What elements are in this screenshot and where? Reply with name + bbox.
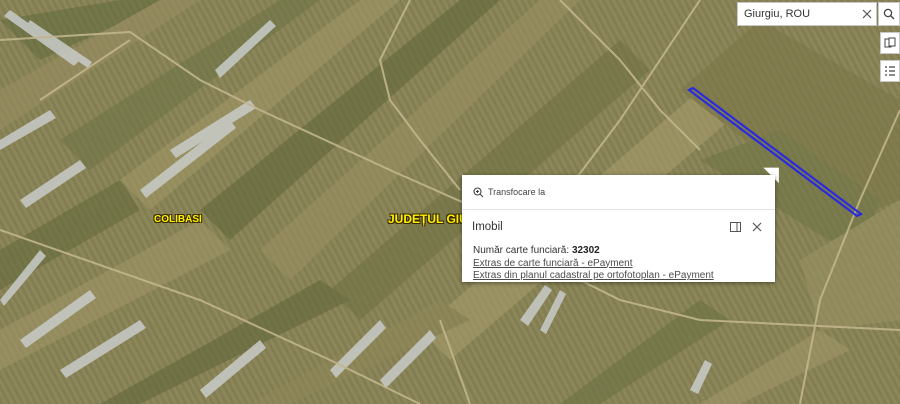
- cf-number-value: 32302: [571, 245, 600, 256]
- list-icon: [884, 65, 896, 77]
- legend-button[interactable]: [880, 60, 900, 82]
- layers-button[interactable]: [880, 32, 900, 54]
- popup-header: Imobil: [462, 210, 775, 236]
- feature-popup: Transfocare la Imobil Număr carte funcia…: [462, 175, 775, 282]
- search-button[interactable]: [878, 2, 900, 26]
- zoom-to-button[interactable]: Transfocare la: [473, 186, 546, 198]
- layers-icon: [884, 37, 896, 49]
- dock-button[interactable]: [727, 219, 743, 235]
- popup-close-button[interactable]: [749, 219, 765, 235]
- cf-extract-link[interactable]: Extras de carte funciară - ePayment: [473, 258, 764, 271]
- close-icon[interactable]: [858, 5, 876, 23]
- cadastral-plan-link[interactable]: Extras din planul cadastral pe ortofotop…: [473, 270, 764, 283]
- popup-toolbar: Transfocare la: [462, 175, 775, 210]
- search-input[interactable]: Giurgiu, ROU: [738, 8, 858, 20]
- zoom-in-icon: [473, 186, 484, 198]
- zoom-to-label: Transfocare la: [488, 187, 546, 197]
- search-box: Giurgiu, ROU: [737, 2, 877, 26]
- dock-icon: [729, 222, 741, 232]
- search-icon: [883, 8, 895, 20]
- popup-title: Imobil: [472, 221, 503, 233]
- popup-content: Număr carte funciară: 32302 Extras de ca…: [462, 236, 775, 283]
- cf-number-label: Număr carte funciară:: [473, 245, 572, 256]
- place-label-village: COLIBASI: [154, 214, 202, 225]
- close-icon: [752, 222, 762, 232]
- cf-number-row: Număr carte funciară: 32302: [473, 245, 764, 258]
